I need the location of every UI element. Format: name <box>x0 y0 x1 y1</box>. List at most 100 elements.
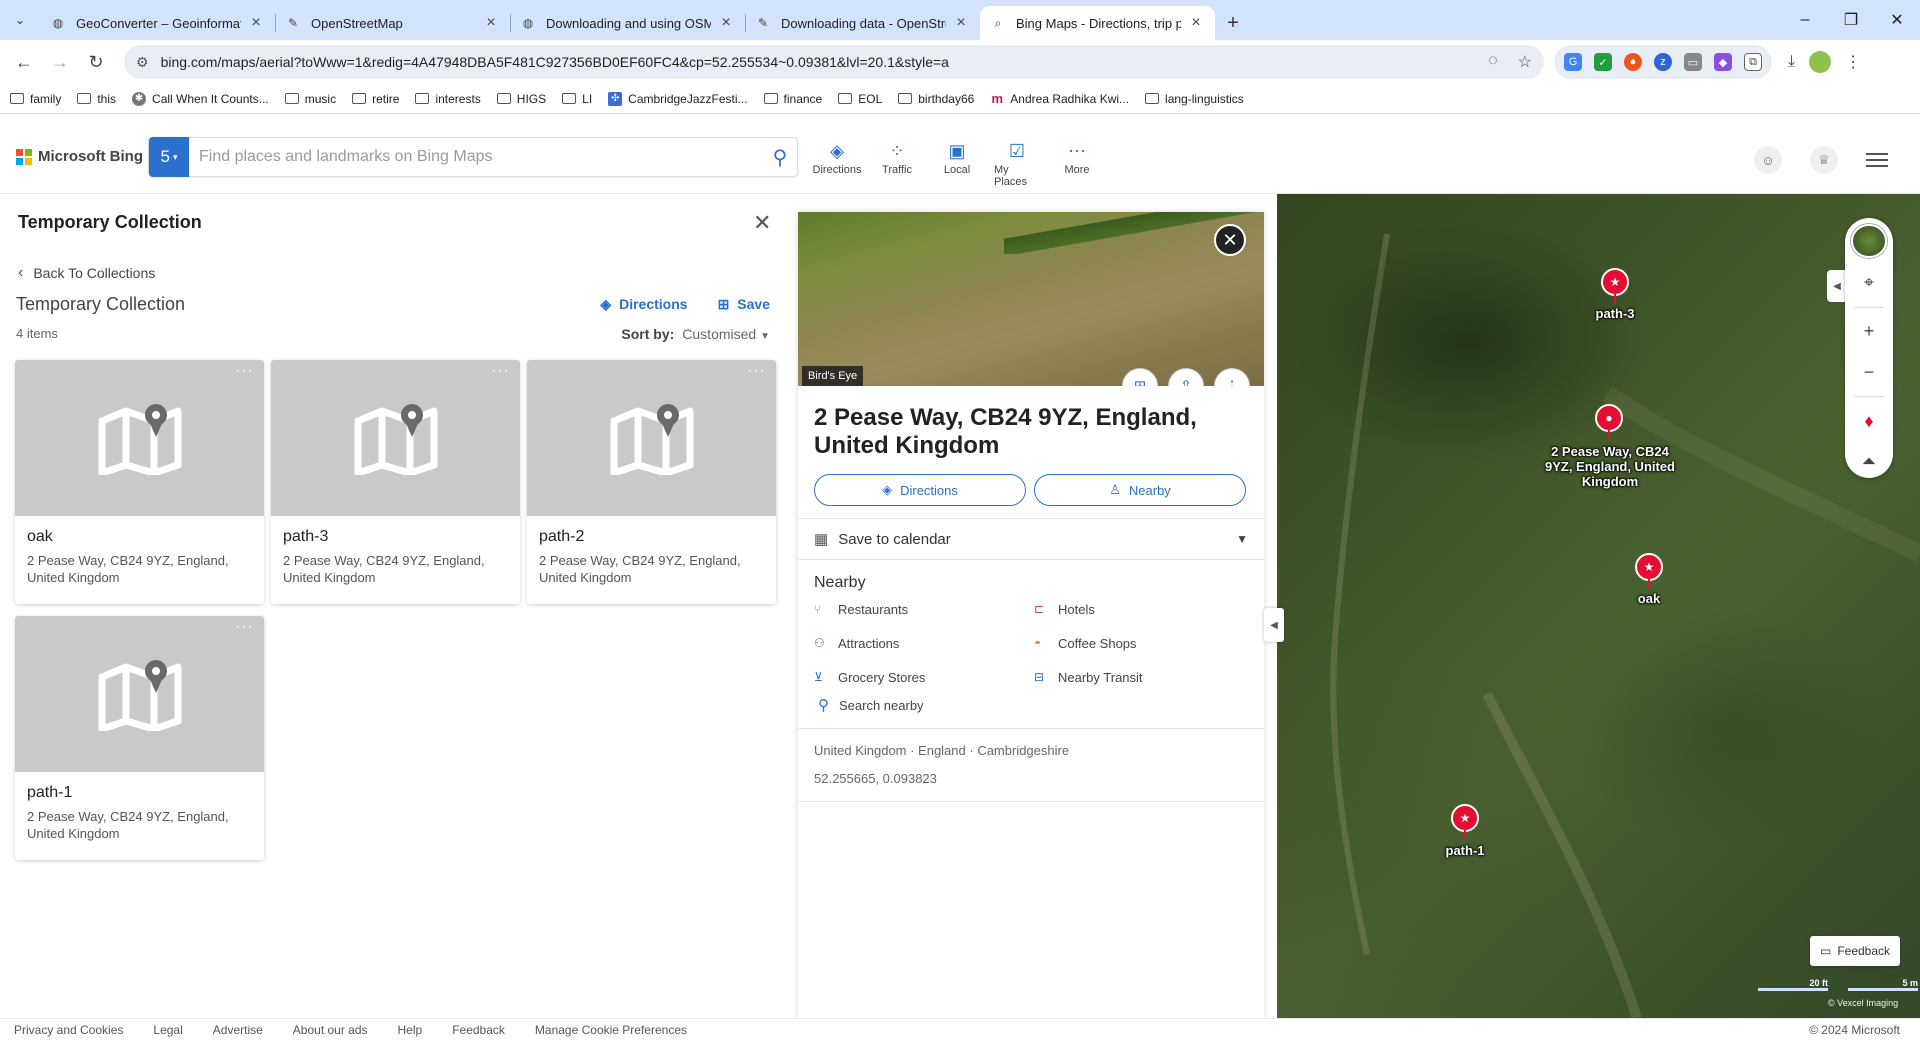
eye-off-icon[interactable]: ◌ <box>1488 52 1498 72</box>
rewards-trophy-icon[interactable]: ♕ <box>1810 146 1838 174</box>
card-options-icon[interactable]: ··· <box>747 362 766 380</box>
footer-link-cookies[interactable]: Manage Cookie Preferences <box>535 1023 687 1037</box>
collapse-controls-icon[interactable]: ◀ <box>1827 270 1847 302</box>
bookmark-folder[interactable]: birthday66 <box>898 92 974 106</box>
nav-my-places[interactable]: ☑ My Places <box>994 140 1040 189</box>
address-bar[interactable]: ⚙ bing.com/maps/aerial?toWww=1&redig=4A4… <box>124 45 1544 79</box>
restore-icon[interactable]: ❐ <box>1828 0 1874 40</box>
back-to-collections-link[interactable]: ‹ Back To Collections <box>18 264 155 282</box>
minimize-icon[interactable]: – <box>1782 0 1828 40</box>
nav-traffic[interactable]: ⁘ Traffic <box>874 140 920 188</box>
download-icon[interactable]: ⤓ <box>1788 53 1795 71</box>
tilt-icon[interactable]: ⏶ <box>1851 446 1887 478</box>
nav-local[interactable]: ▣ Local <box>934 140 980 188</box>
url-text[interactable]: bing.com/maps/aerial?toWww=1&redig=4A479… <box>161 54 1489 70</box>
new-tab-button[interactable]: + <box>1215 6 1251 40</box>
footer-link-about-ads[interactable]: About our ads <box>293 1023 368 1037</box>
collapse-panel-icon[interactable]: ◀ <box>1264 608 1284 642</box>
bookmark-link[interactable]: m Andrea Radhika Kwi... <box>990 91 1129 106</box>
collection-card[interactable]: ··· path-3 2 Pease Way, CB24 9YZ, Englan… <box>271 360 520 604</box>
browser-tab[interactable]: ◍ GeoConverter – Geoinformation × <box>40 6 275 40</box>
tab-close-icon[interactable]: × <box>717 14 735 32</box>
browser-tab[interactable]: ✎ OpenStreetMap × <box>275 6 510 40</box>
bookmark-folder[interactable]: interests <box>415 92 481 106</box>
reload-icon[interactable]: ↻ <box>80 46 112 78</box>
footer-link-feedback[interactable]: Feedback <box>452 1023 505 1037</box>
nearby-restaurants-link[interactable]: ⑂ Restaurants <box>814 598 1034 620</box>
tab-close-icon[interactable]: × <box>1187 14 1205 32</box>
collection-card[interactable]: ··· path-1 2 Pease Way, CB24 9YZ, Englan… <box>15 616 264 860</box>
close-icon[interactable]: ✕ <box>753 210 771 236</box>
screen-extension-icon[interactable]: ▭ <box>1684 53 1702 71</box>
browser-tab[interactable]: ✎ Downloading data - OpenStree × <box>745 6 980 40</box>
tab-close-icon[interactable]: × <box>952 14 970 32</box>
translate-extension-icon[interactable]: G <box>1564 53 1582 71</box>
bookmark-folder[interactable]: EOL <box>838 92 882 106</box>
card-options-icon[interactable]: ··· <box>491 362 510 380</box>
bookmark-link[interactable]: ✱ Call When It Counts... <box>132 91 269 106</box>
user-account-icon[interactable]: ☺ <box>1754 146 1782 174</box>
bookmark-folder[interactable]: family <box>10 92 61 106</box>
collection-card[interactable]: ··· path-2 2 Pease Way, CB24 9YZ, Englan… <box>527 360 776 604</box>
browser-tab[interactable]: ◍ Downloading and using OSM d × <box>510 6 745 40</box>
more-options-icon[interactable]: ⋮ <box>1214 368 1250 386</box>
save-to-calendar-row[interactable]: ▦ Save to calendar ▼ <box>798 518 1264 560</box>
search-input[interactable] <box>189 138 763 176</box>
check-extension-icon[interactable]: ✓ <box>1594 53 1612 71</box>
bookmark-folder[interactable]: music <box>284 92 336 106</box>
search-nearby-link[interactable]: ⚲ Search nearby <box>798 688 1264 722</box>
bookmark-folder[interactable]: retire <box>352 92 399 106</box>
footer-link-legal[interactable]: Legal <box>153 1023 182 1037</box>
search-results-badge[interactable]: 5 ▾ <box>149 137 189 177</box>
puzzle-extensions-icon[interactable]: ⧉ <box>1744 53 1762 71</box>
card-options-icon[interactable]: ··· <box>235 618 254 636</box>
hamburger-menu-icon[interactable] <box>1866 153 1888 167</box>
back-arrow-icon[interactable]: ← <box>8 46 40 78</box>
nearby-button[interactable]: ♙ Nearby <box>1034 474 1246 506</box>
nearby-coffee-link[interactable]: ◓ Coffee Shops <box>1034 632 1234 654</box>
feedback-button[interactable]: ▭ Feedback <box>1810 936 1900 966</box>
zoom-out-icon[interactable]: − <box>1851 356 1887 388</box>
bookmark-folder[interactable]: LI <box>562 92 592 106</box>
tab-close-icon[interactable]: × <box>482 14 500 32</box>
site-info-icon[interactable]: ⚙ <box>136 54 149 71</box>
collection-directions-button[interactable]: ◈ Directions <box>600 296 687 313</box>
bookmark-folder[interactable]: finance <box>763 92 822 106</box>
nav-directions[interactable]: ◈ Directions <box>813 140 862 188</box>
footer-link-privacy[interactable]: Privacy and Cookies <box>14 1023 123 1037</box>
browser-tab-active[interactable]: ⌕ Bing Maps - Directions, trip pla × <box>980 6 1215 40</box>
forward-arrow-icon[interactable]: → <box>44 46 76 78</box>
record-extension-icon[interactable]: ● <box>1624 53 1642 71</box>
map-style-globe-icon[interactable] <box>1851 224 1887 259</box>
tab-close-icon[interactable]: × <box>247 14 265 32</box>
zoom-extension-icon[interactable]: z <box>1654 53 1672 71</box>
bookmark-folder[interactable]: lang-linguistics <box>1145 92 1244 106</box>
nearby-grocery-link[interactable]: ⊻ Grocery Stores <box>814 666 1034 688</box>
kebab-menu-icon[interactable]: ⋮ <box>1845 52 1861 72</box>
footer-link-advertise[interactable]: Advertise <box>213 1023 263 1037</box>
bing-logo[interactable]: Microsoft Bing <box>16 148 143 165</box>
map-pin[interactable]: ● <box>1595 404 1623 440</box>
directions-button[interactable]: ◈ Directions <box>814 474 1026 506</box>
locate-me-icon[interactable]: ⌖ <box>1851 266 1887 298</box>
profile-avatar[interactable] <box>1809 51 1832 73</box>
add-to-collection-icon[interactable]: ⊞ <box>1122 368 1158 386</box>
nearby-transit-link[interactable]: ⊟ Nearby Transit <box>1034 666 1234 688</box>
birds-eye-image[interactable]: Bird's Eye ✕ ⊞ ⇪ ⋮ <box>798 212 1264 386</box>
map-pin[interactable]: ★ <box>1451 804 1479 840</box>
close-details-icon[interactable]: ✕ <box>1214 224 1246 256</box>
nearby-attractions-link[interactable]: ⚇ Attractions <box>814 632 1034 654</box>
close-window-icon[interactable]: ✕ <box>1874 0 1920 40</box>
nav-more[interactable]: ⋯ More <box>1054 140 1100 188</box>
sort-dropdown[interactable]: Sort by: Customised ▼ <box>621 326 770 342</box>
collection-card[interactable]: ··· oak 2 Pease Way, CB24 9YZ, England, … <box>15 360 264 604</box>
search-icon[interactable]: ⚲ <box>763 145 797 170</box>
zoom-in-icon[interactable]: + <box>1851 316 1887 348</box>
bookmark-star-icon[interactable]: ☆ <box>1518 52 1532 72</box>
card-options-icon[interactable]: ··· <box>235 362 254 380</box>
footer-link-help[interactable]: Help <box>398 1023 423 1037</box>
bookmark-folder[interactable]: HIGS <box>496 92 546 106</box>
diamond-extension-icon[interactable]: ◆ <box>1714 53 1732 71</box>
share-icon[interactable]: ⇪ <box>1168 368 1204 386</box>
collection-save-button[interactable]: ⊞ Save <box>718 296 770 313</box>
